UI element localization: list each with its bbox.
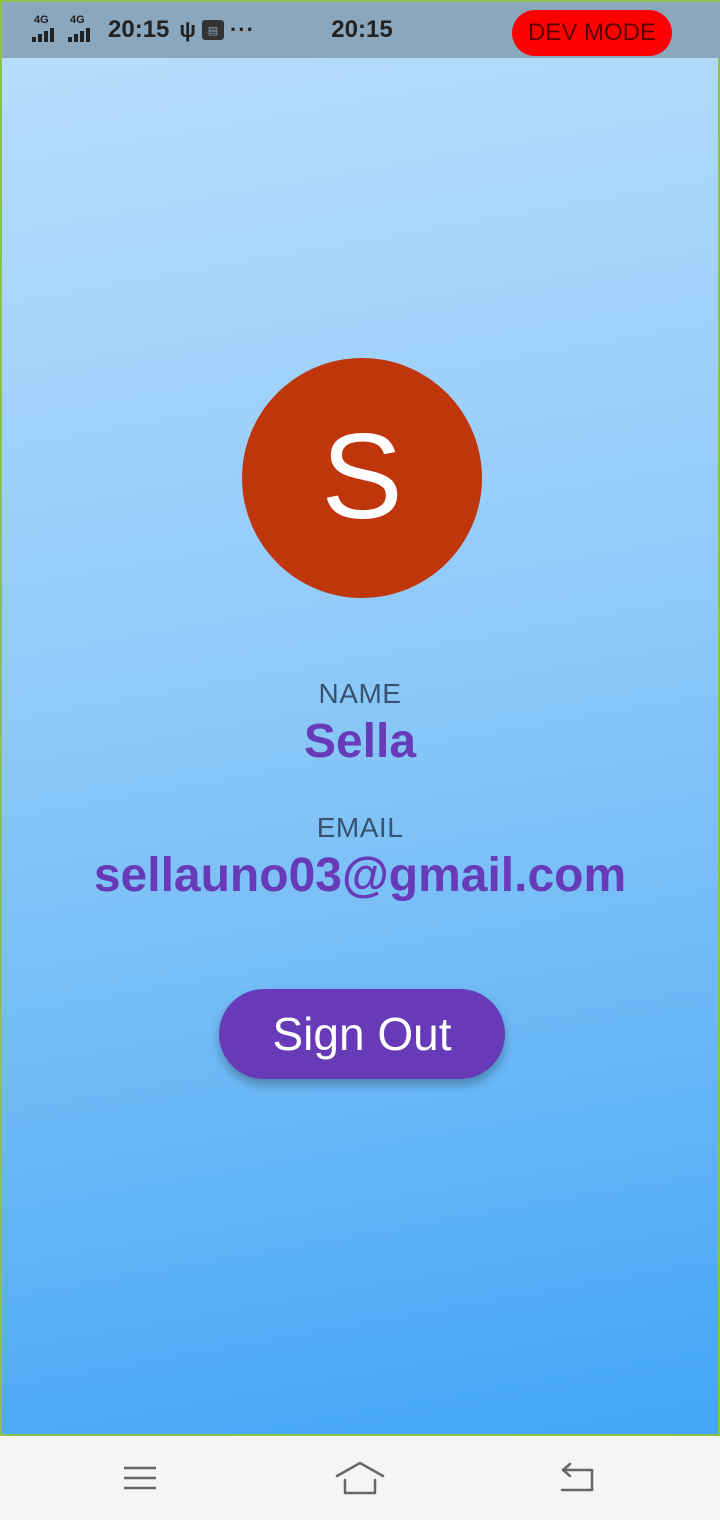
profile-screen: 4G 4G 20:15 ψ ▤ ··· 20:15 DEV MODE S NAM…	[0, 0, 720, 1436]
name-value: Sella	[303, 715, 417, 768]
home-icon[interactable]	[330, 1454, 390, 1502]
avatar: S	[242, 358, 482, 598]
status-bar: 4G 4G 20:15 ψ ▤ ··· 20:15 DEV MODE	[2, 2, 720, 58]
back-icon[interactable]	[548, 1454, 608, 1502]
sign-out-button[interactable]: Sign Out	[219, 989, 505, 1079]
name-label: NAME	[318, 678, 402, 709]
navigation-bar	[0, 1436, 720, 1520]
email-label: EMAIL	[316, 812, 404, 843]
email-value: sellauno03@gmail.com	[93, 849, 627, 902]
avatar-initial: S	[321, 408, 403, 544]
dev-mode-badge: DEV MODE	[512, 10, 672, 56]
menu-icon[interactable]	[110, 1454, 170, 1502]
